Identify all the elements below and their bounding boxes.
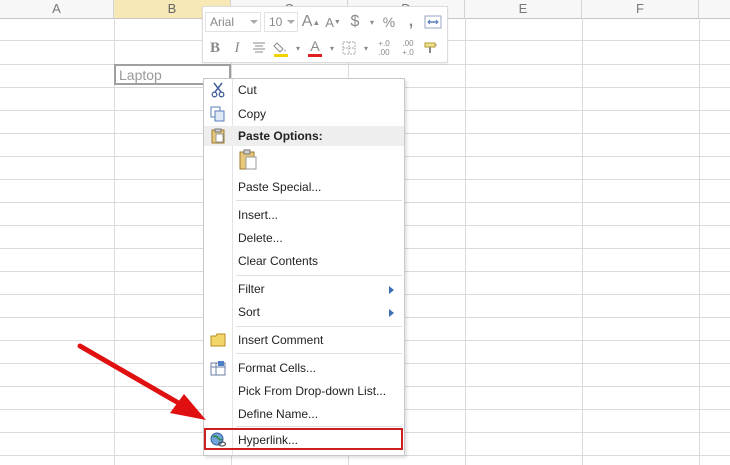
red-arrow-annotation bbox=[77, 343, 206, 420]
